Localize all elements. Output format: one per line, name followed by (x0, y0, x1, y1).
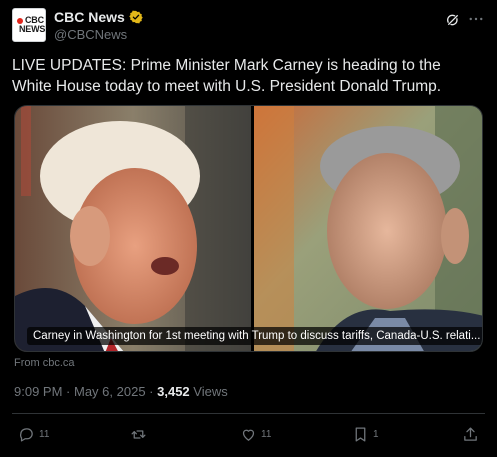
media-caption: Carney in Washington for 1st meeting wit… (27, 327, 482, 345)
grok-icon[interactable] (445, 12, 461, 28)
reply-count: 11 (39, 428, 50, 440)
like-icon (242, 429, 255, 441)
share-icon (464, 426, 477, 441)
post-meta: 9:09 PM · May 6, 2025 · 3,452 Views (14, 384, 228, 399)
avatar[interactable]: CBC NEWS (12, 8, 46, 42)
bookmark-icon (355, 426, 366, 442)
share-button[interactable] (462, 422, 479, 446)
like-count: 11 (261, 428, 272, 440)
link-source[interactable]: From cbc.ca (14, 357, 75, 369)
verified-badge-icon (129, 10, 143, 24)
avatar-logo-text: CBC NEWS (19, 15, 46, 34)
bookmark-button[interactable]: 1 (352, 422, 379, 446)
reply-icon (20, 427, 33, 442)
author-name-row[interactable]: CBC News (54, 9, 143, 25)
post-media-card[interactable]: Carney in Washington for 1st meeting wit… (14, 105, 483, 352)
like-button[interactable]: 11 (240, 422, 271, 446)
reply-button[interactable]: 11 (18, 422, 49, 446)
post-date[interactable]: May 6, 2025 (74, 384, 146, 399)
views-count: 3,452 (157, 384, 190, 399)
divider (12, 413, 485, 414)
repost-icon (131, 429, 146, 439)
views-label: Views (193, 384, 228, 399)
author-handle[interactable]: @CBCNews (54, 27, 127, 42)
post-header: CBC NEWS CBC News @CBCNews (12, 8, 485, 46)
more-icon[interactable] (467, 10, 485, 28)
news-photo (15, 106, 482, 351)
author-name[interactable]: CBC News (54, 9, 125, 25)
action-bar: 11 11 1 (12, 422, 485, 448)
post-time[interactable]: 9:09 PM (14, 384, 62, 399)
meta-separator: · (66, 384, 74, 399)
meta-separator: · (149, 384, 158, 399)
bookmark-count: 1 (373, 428, 379, 440)
repost-button[interactable] (130, 422, 151, 446)
post-text: LIVE UPDATES: Prime Minister Mark Carney… (12, 57, 442, 95)
